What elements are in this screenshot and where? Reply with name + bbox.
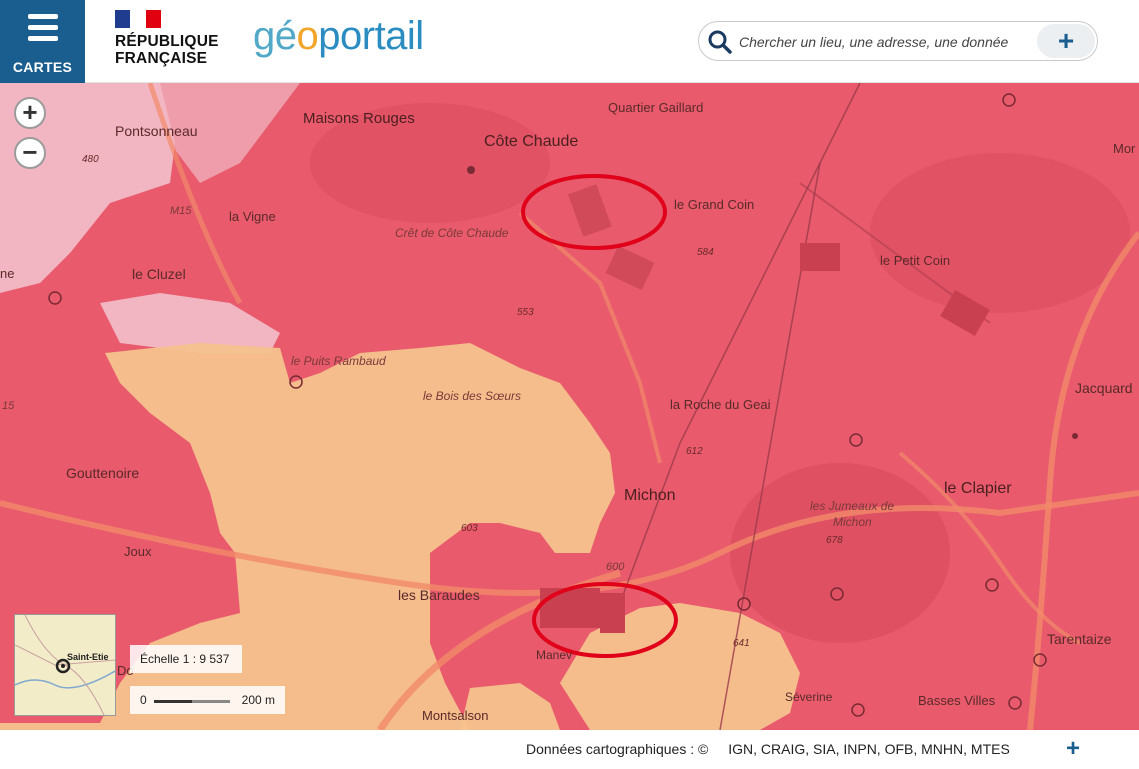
zoom-in-button[interactable]: + bbox=[14, 97, 46, 129]
place-label: Basses Villes bbox=[918, 693, 996, 708]
place-label: Pontsonneau bbox=[115, 123, 198, 139]
credits-prefix: Données cartographiques : © bbox=[526, 741, 709, 757]
place-label: le Puits Rambaud bbox=[291, 354, 386, 368]
map-credits: Données cartographiques : © IGN, CRAIG, … bbox=[526, 741, 1010, 757]
hamburger-icon bbox=[28, 14, 58, 47]
french-flag-icon bbox=[115, 10, 161, 28]
scale-ratio: Échelle 1 : 9 537 bbox=[130, 645, 242, 673]
scale-line bbox=[154, 700, 230, 703]
altitude-label: 612 bbox=[686, 446, 703, 457]
place-label: Séverine bbox=[785, 690, 833, 704]
credits-expand-button[interactable]: + bbox=[1066, 735, 1080, 763]
place-label: le Clapier bbox=[944, 480, 1012, 497]
risk-layer-map bbox=[0, 83, 1139, 730]
place-label: le Bois des Sœurs bbox=[423, 389, 522, 403]
altitude-label: 553 bbox=[517, 307, 534, 318]
brand-part1: gé bbox=[253, 14, 297, 58]
place-label: Crêt de Côte Chaude bbox=[395, 226, 509, 240]
place-label: les Jumeaux de bbox=[810, 499, 895, 513]
menu-button[interactable]: CARTES bbox=[0, 0, 85, 83]
place-label: Jacquard bbox=[1075, 380, 1133, 396]
place-label: la Roche du Geai bbox=[670, 397, 771, 412]
place-label: Montsalson bbox=[422, 708, 489, 723]
search-icon[interactable] bbox=[707, 29, 733, 55]
zoom-out-button[interactable]: − bbox=[14, 137, 46, 169]
republique-line2: FRANÇAISE bbox=[115, 50, 208, 67]
altitude-label: 678 bbox=[826, 535, 843, 546]
place-label: Gouttenoire bbox=[66, 465, 140, 481]
altitude-label: 603 bbox=[461, 523, 478, 534]
place-label: Côte Chaude bbox=[484, 133, 579, 150]
altitude-label: 641 bbox=[733, 638, 750, 649]
road-label: 600 bbox=[606, 561, 625, 573]
altitude-label: 480 bbox=[82, 154, 99, 165]
credits-providers[interactable]: IGN, CRAIG, SIA, INPN, OFB, MNHN, MTES bbox=[728, 741, 1010, 757]
brand-part3: portail bbox=[318, 14, 424, 58]
scale-zero: 0 bbox=[140, 693, 147, 707]
search-input[interactable] bbox=[739, 31, 1029, 53]
brand-part2: o bbox=[296, 14, 319, 58]
scale-distance: 200 m bbox=[241, 693, 275, 707]
geoportail-logo[interactable]: géoportail bbox=[253, 14, 424, 59]
overview-label: Saint-Etie bbox=[67, 652, 109, 662]
altitude-label: 584 bbox=[697, 247, 714, 258]
place-label: le Grand Coin bbox=[674, 197, 755, 212]
place-label: Michon bbox=[833, 515, 872, 529]
scale-bar: 0 200 m bbox=[130, 686, 285, 714]
map-canvas[interactable]: Pontsonneau Maisons Rouges Côte Chaude Q… bbox=[0, 83, 1139, 730]
place-label: Mor bbox=[1113, 141, 1136, 156]
republique-francaise-logo[interactable]: RÉPUBLIQUE FRANÇAISE bbox=[115, 10, 230, 75]
menu-button-label: CARTES bbox=[12, 59, 73, 75]
place-label: ne bbox=[0, 266, 15, 281]
place-label: Michon bbox=[624, 487, 676, 504]
road-label: 15 bbox=[2, 400, 15, 412]
place-label: le Cluzel bbox=[132, 266, 186, 282]
search-options-button[interactable]: + bbox=[1037, 24, 1095, 58]
place-label: les Baraudes bbox=[398, 587, 480, 603]
place-label: Joux bbox=[124, 544, 152, 559]
place-label: la Vigne bbox=[229, 209, 276, 224]
search-box: + bbox=[698, 21, 1098, 61]
overview-map-graphic bbox=[15, 615, 115, 715]
place-label: Manev bbox=[536, 648, 573, 662]
place-label: le Petit Coin bbox=[880, 253, 951, 268]
place-label: Maisons Rouges bbox=[303, 110, 415, 127]
footer-bar: Données cartographiques : © IGN, CRAIG, … bbox=[0, 730, 1139, 769]
place-label: Quartier Gaillard bbox=[608, 100, 704, 115]
place-label: Tarentaize bbox=[1047, 631, 1112, 647]
road-label: M15 bbox=[170, 205, 192, 217]
header-bar: CARTES RÉPUBLIQUE FRANÇAISE géoportail + bbox=[0, 0, 1139, 83]
overview-minimap[interactable]: Saint-Etie bbox=[14, 614, 116, 716]
republique-line1: RÉPUBLIQUE bbox=[115, 33, 219, 50]
